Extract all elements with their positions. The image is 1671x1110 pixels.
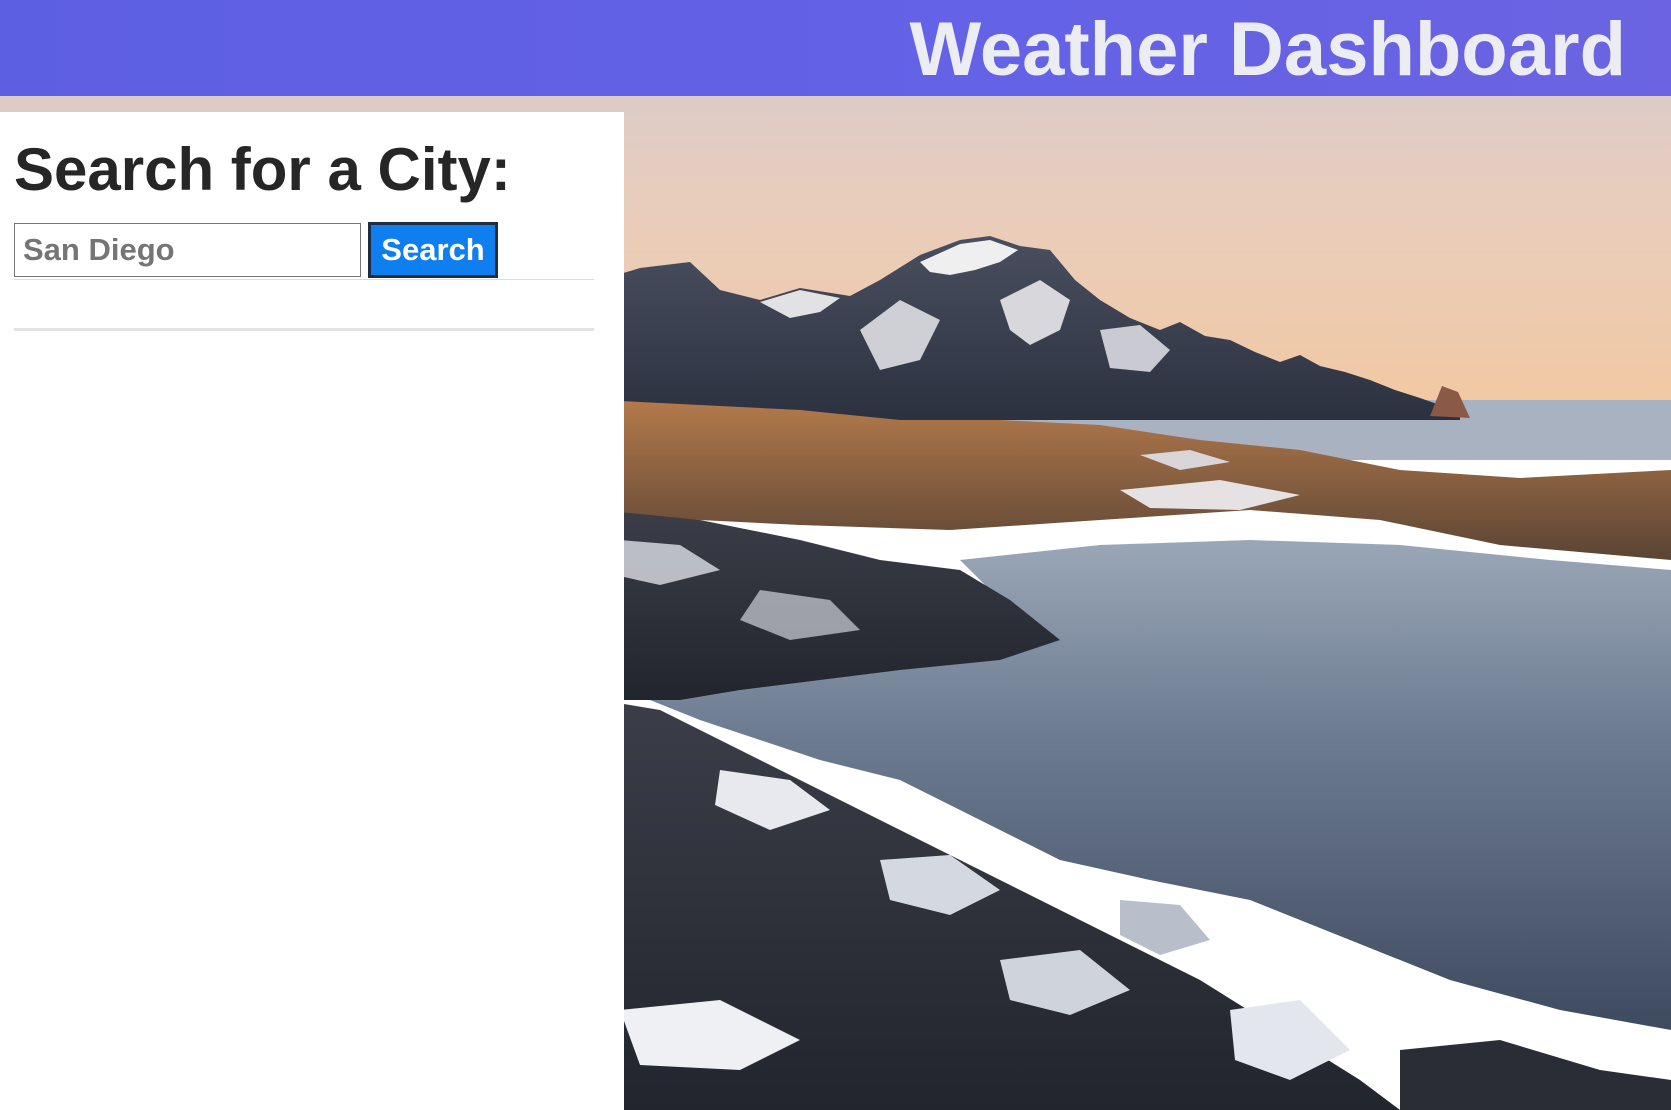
search-panel: Search for a City: Search — [0, 112, 624, 1110]
page: Weather Dashboard Search for a City: Sea… — [0, 0, 1671, 1110]
header-bar: Weather Dashboard — [0, 0, 1671, 96]
city-search-input[interactable] — [14, 223, 361, 277]
search-button[interactable]: Search — [368, 222, 498, 278]
history-divider — [14, 328, 594, 331]
page-title: Weather Dashboard — [909, 7, 1626, 92]
search-heading: Search for a City: — [14, 136, 511, 203]
search-form: Search — [14, 222, 594, 280]
search-history-list — [14, 336, 594, 1036]
